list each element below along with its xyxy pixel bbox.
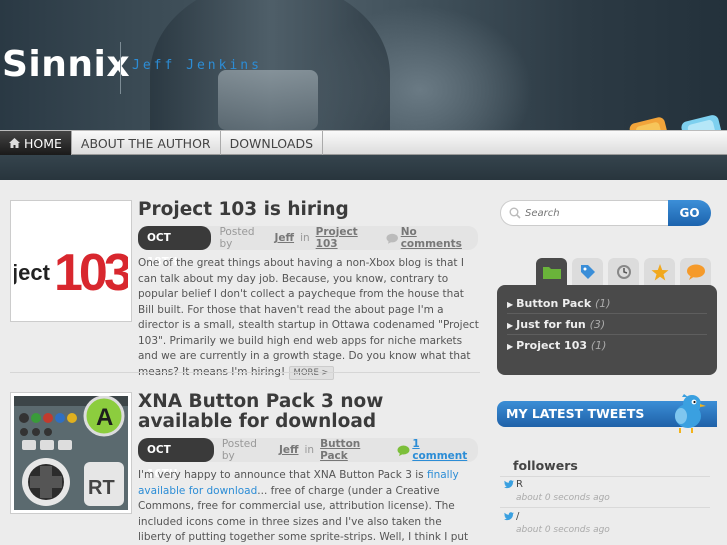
tweet-separator (500, 476, 710, 477)
search-go-button[interactable]: GO (668, 200, 711, 226)
chevron-right-icon: ▶ (507, 342, 514, 351)
post-title[interactable]: Project 103 is hiring (138, 200, 483, 220)
thumb-letter-rt: RT (88, 477, 115, 499)
twitter-bird-icon (675, 394, 706, 433)
tab-comments[interactable] (680, 258, 711, 286)
post-category-link[interactable]: Project 103 (316, 226, 381, 250)
post-thumbnail[interactable]: ject 103 (10, 200, 132, 322)
tab-categories[interactable] (536, 258, 567, 286)
category-count: (1) (594, 297, 611, 310)
header-bottom-band (0, 155, 727, 180)
site-tagline: Jeff Jenkins (132, 58, 262, 73)
main-navigation: HOME ABOUT THE AUTHOR DOWNLOADS (0, 130, 727, 155)
main-content: ject 103 Project 103 is hiring OCT 18TH … (0, 180, 490, 545)
twitter-icon (504, 512, 514, 521)
post-date-badge: OCT 16TH (138, 438, 214, 480)
category-name: Project 103 (516, 339, 588, 352)
xna-button-pack-image: A RT (14, 396, 128, 510)
site-logo[interactable]: Sinnix (2, 44, 130, 85)
category-name: Just for fun (516, 318, 586, 331)
category-item[interactable]: ▶ Button Pack (1) (507, 293, 707, 314)
post-category-link[interactable]: Button Pack (320, 438, 391, 462)
sidebar-tabs (536, 258, 711, 286)
posted-by-label: Posted by (219, 226, 255, 250)
category-count: (1) (590, 339, 607, 352)
post-title[interactable]: XNA Button Pack 3 now available for down… (138, 392, 483, 432)
post-meta: OCT 18TH Posted by Jeff in Project 103 N… (138, 226, 478, 268)
post-comments-link[interactable]: No comments (401, 226, 478, 250)
nav-about-the-author[interactable]: ABOUT THE AUTHOR (72, 131, 221, 155)
post-excerpt-top: One of the great things about having a n… (138, 256, 483, 380)
post-author-link[interactable]: Jeff (279, 444, 299, 456)
star-icon (651, 263, 668, 280)
tab-popular[interactable] (644, 258, 675, 286)
tweet-item: / about 0 seconds ago (500, 511, 710, 535)
nav-downloads[interactable]: DOWNLOADS (221, 131, 324, 155)
twitter-icon (504, 480, 514, 489)
comment-icon (397, 445, 410, 456)
chevron-right-icon: ▶ (507, 321, 514, 330)
svg-text:103: 103 (54, 244, 128, 302)
folder-icon (542, 267, 561, 279)
svg-text:ject: ject (14, 260, 51, 285)
posted-by-label: Posted by (221, 438, 257, 462)
followers-label: followers (513, 458, 578, 473)
post-meta: OCT 16TH Posted by Jeff in Button Pack 1… (138, 438, 478, 480)
category-count: (3) (589, 318, 606, 331)
tweet-text: / (516, 511, 520, 522)
post-comments-link[interactable]: 1 comment (412, 438, 478, 462)
nav-about-label: ABOUT THE AUTHOR (80, 135, 211, 151)
tweet-timestamp[interactable]: about 0 seconds ago (516, 525, 710, 535)
search-box (500, 200, 670, 226)
tab-archives[interactable] (608, 258, 639, 286)
post-author-link[interactable]: Jeff (275, 232, 295, 244)
tweet-timestamp[interactable]: about 0 seconds ago (516, 493, 710, 503)
category-name: Button Pack (516, 297, 592, 310)
speech-bubble-icon (686, 264, 705, 280)
post-excerpt-start: I'm very happy to announce that XNA Butt… (138, 469, 427, 481)
categories-panel: ▶ Button Pack (1) ▶ Just for fun (3) ▶ Proj… (497, 285, 717, 375)
post-thumbnail[interactable]: A RT (10, 392, 132, 514)
category-item[interactable]: ▶ Project 103 (1) (507, 335, 707, 356)
post-excerpt: I'm very happy to announce that XNA Butt… (138, 468, 478, 545)
search-input[interactable] (525, 207, 665, 219)
clock-icon (616, 265, 631, 279)
tag-icon (580, 265, 595, 279)
home-icon (9, 138, 20, 148)
site-header: Sinnix Jeff Jenkins HOME ABOUT THE AUTHO… (0, 0, 727, 180)
tweet-separator (500, 507, 710, 508)
thumb-letter-a: A (96, 404, 113, 431)
category-item[interactable]: ▶ Just for fun (3) (507, 314, 707, 335)
nav-downloads-label: DOWNLOADS (229, 135, 314, 151)
comment-icon (386, 233, 399, 244)
project-103-logo-image: ject 103 (14, 204, 128, 318)
nav-home[interactable]: HOME (0, 131, 72, 155)
in-label: in (300, 232, 310, 244)
post-excerpt: One of the great things about having a n… (138, 257, 479, 378)
chevron-right-icon: ▶ (507, 300, 514, 309)
in-label: in (304, 444, 315, 456)
search-icon (509, 207, 521, 219)
header-background-highlight (218, 70, 318, 130)
post-date-badge: OCT 18TH (138, 226, 212, 268)
logo-divider (120, 42, 121, 94)
tab-tags[interactable] (572, 258, 603, 286)
tweet-text: R (516, 479, 523, 490)
nav-home-label: HOME (24, 135, 62, 151)
tweet-item: R about 0 seconds ago (500, 479, 710, 503)
post-separator (10, 372, 480, 373)
